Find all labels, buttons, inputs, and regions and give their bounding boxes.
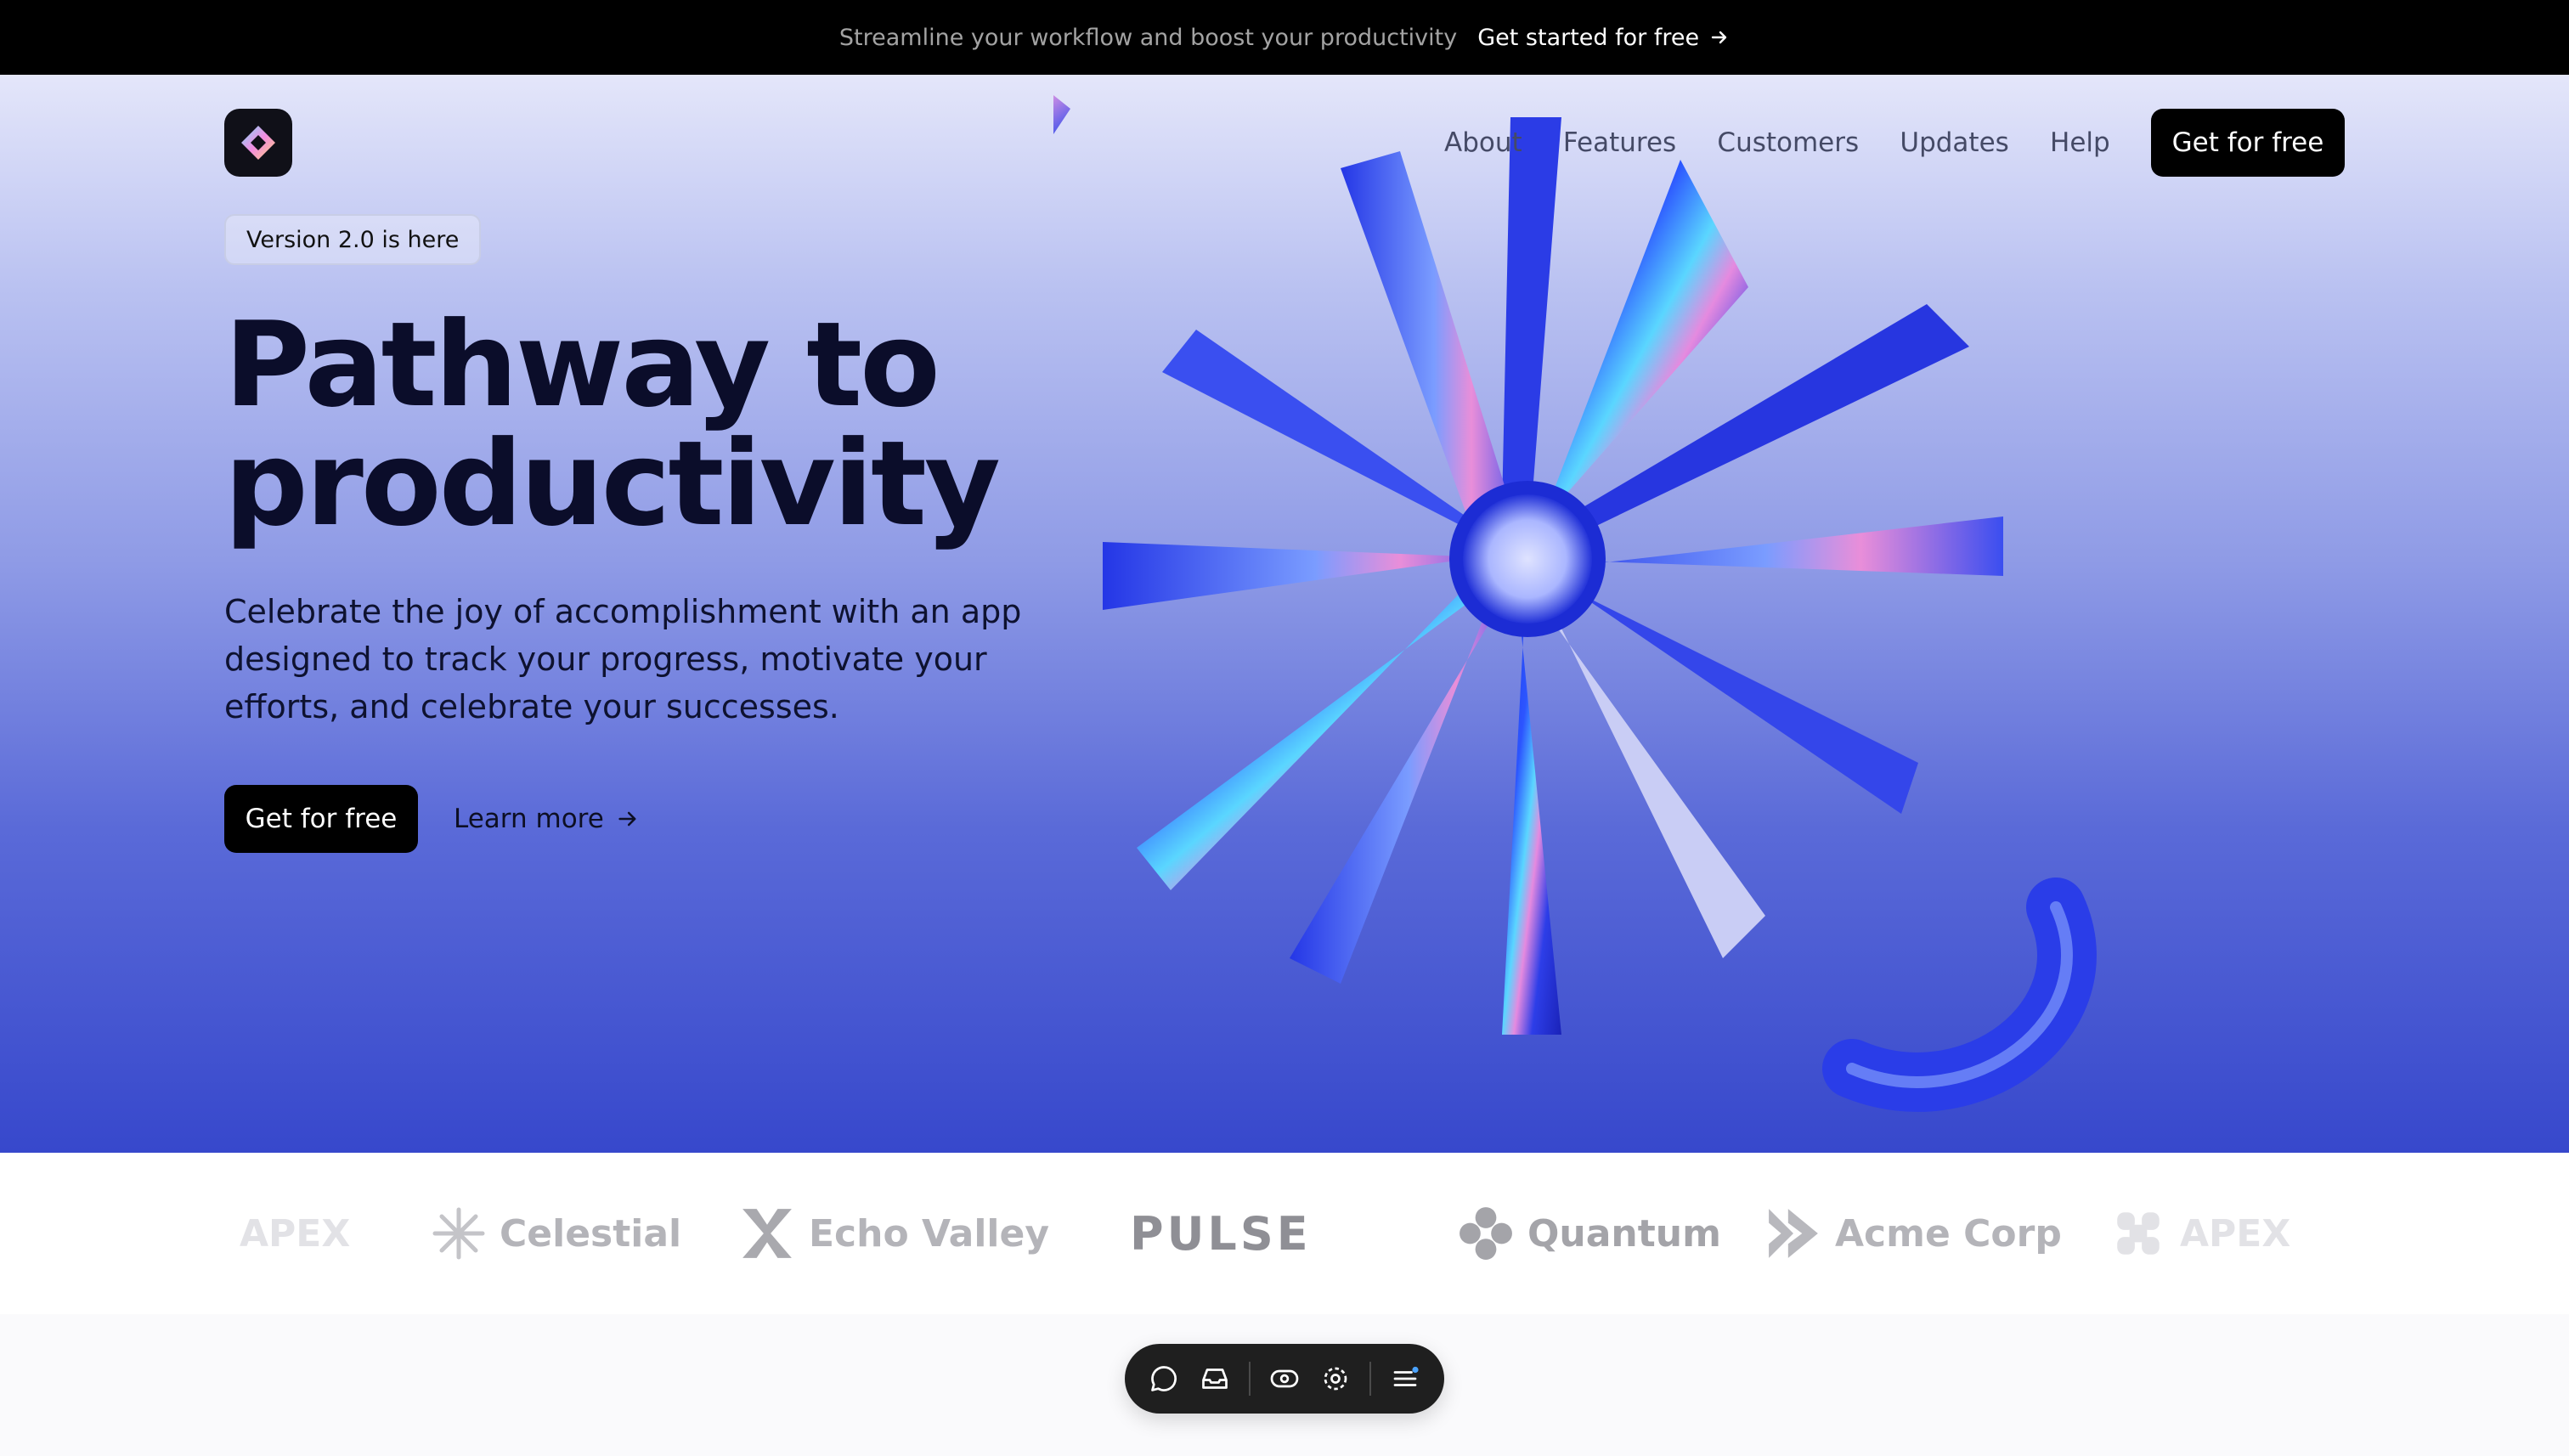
echo-valley-icon bbox=[742, 1209, 792, 1258]
announcement-cta-link[interactable]: Get started for free bbox=[1477, 25, 1730, 51]
customer-logo-pulse: PULSE bbox=[1130, 1204, 1312, 1263]
eye-icon bbox=[1270, 1369, 1299, 1388]
announcement-message: Streamline your workflow and boost your … bbox=[838, 24, 1458, 51]
hero-subtext: Celebrate the joy of accomplishment with… bbox=[224, 593, 1022, 725]
settings-icon bbox=[1324, 1367, 1347, 1391]
customer-name: Echo Valley bbox=[809, 1211, 1050, 1256]
hero-section: About Features Customers Updates Help Ge… bbox=[0, 75, 2569, 1153]
nav-link-updates[interactable]: Updates bbox=[1900, 127, 2008, 158]
customer-name: Quantum bbox=[1527, 1211, 1721, 1256]
customer-logo-acme-corp: Acme Corp bbox=[1765, 1204, 2062, 1263]
floating-fragment bbox=[1053, 95, 1070, 134]
inbox-icon bbox=[1202, 1369, 1228, 1389]
arrow-right-icon bbox=[1711, 31, 1727, 44]
nav-link-help[interactable]: Help bbox=[2050, 127, 2110, 158]
arrow-right-icon bbox=[618, 811, 636, 827]
headline-line-1: Pathway to bbox=[224, 296, 940, 433]
hero-cta-row: Get for free Learn more bbox=[224, 785, 640, 853]
toolbar-divider bbox=[1249, 1362, 1251, 1396]
acme-corp-icon bbox=[1769, 1209, 1818, 1258]
apex-icon bbox=[2117, 1212, 2160, 1255]
announcement-bar: Streamline your workflow and boost your … bbox=[0, 0, 2569, 75]
customer-logo-quantum: Quantum bbox=[1458, 1204, 1721, 1263]
customer-logos-strip: APEX Celestial Echo Valley PULSE Quantum… bbox=[0, 1153, 2569, 1314]
comment-icon bbox=[1151, 1366, 1177, 1391]
customer-name: APEX bbox=[240, 1211, 351, 1256]
version-badge[interactable]: Version 2.0 is here bbox=[224, 214, 482, 265]
customer-name: APEX bbox=[2180, 1211, 2291, 1256]
comment-button[interactable] bbox=[1142, 1355, 1186, 1402]
customer-logo-apex: APEX bbox=[240, 1204, 350, 1263]
learn-more-link[interactable]: Learn more bbox=[454, 804, 640, 834]
nav-link-features[interactable]: Features bbox=[1563, 127, 1676, 158]
hero-3d-artwork bbox=[1053, 95, 2097, 1112]
nav-link-customers[interactable]: Customers bbox=[1717, 127, 1859, 158]
inbox-button[interactable] bbox=[1193, 1355, 1237, 1402]
customer-logo-apex: APEX bbox=[2110, 1204, 2290, 1263]
diamond-logo-icon bbox=[241, 126, 275, 160]
hero-headline: Pathway to productivity bbox=[224, 306, 1074, 544]
nav-link-about[interactable]: About bbox=[1444, 127, 1522, 158]
main-nav: About Features Customers Updates Help Ge… bbox=[1444, 109, 2345, 177]
headline-line-2: productivity bbox=[224, 415, 1001, 552]
preview-button[interactable] bbox=[1262, 1355, 1307, 1402]
toolbar-divider bbox=[1369, 1362, 1371, 1396]
floating-toolbar bbox=[1125, 1344, 1444, 1414]
learn-more-label: Learn more bbox=[454, 804, 604, 834]
announcement-cta-label: Get started for free bbox=[1477, 24, 1700, 51]
customer-logo-celestial: Celestial bbox=[432, 1204, 681, 1263]
customer-name: Celestial bbox=[500, 1211, 682, 1256]
menu-icon bbox=[1393, 1366, 1419, 1386]
celestial-icon bbox=[432, 1207, 485, 1260]
settings-button[interactable] bbox=[1313, 1355, 1358, 1402]
customer-logo-echo-valley: Echo Valley bbox=[739, 1204, 1049, 1263]
app-logo[interactable] bbox=[224, 109, 292, 177]
customer-name: Acme Corp bbox=[1835, 1211, 2062, 1256]
nav-get-for-free-button[interactable]: Get for free bbox=[2150, 109, 2345, 177]
customer-name: PULSE bbox=[1130, 1206, 1312, 1261]
menu-button[interactable] bbox=[1383, 1355, 1427, 1402]
hero-get-for-free-button[interactable]: Get for free bbox=[224, 785, 418, 853]
quantum-icon bbox=[1460, 1207, 1512, 1260]
